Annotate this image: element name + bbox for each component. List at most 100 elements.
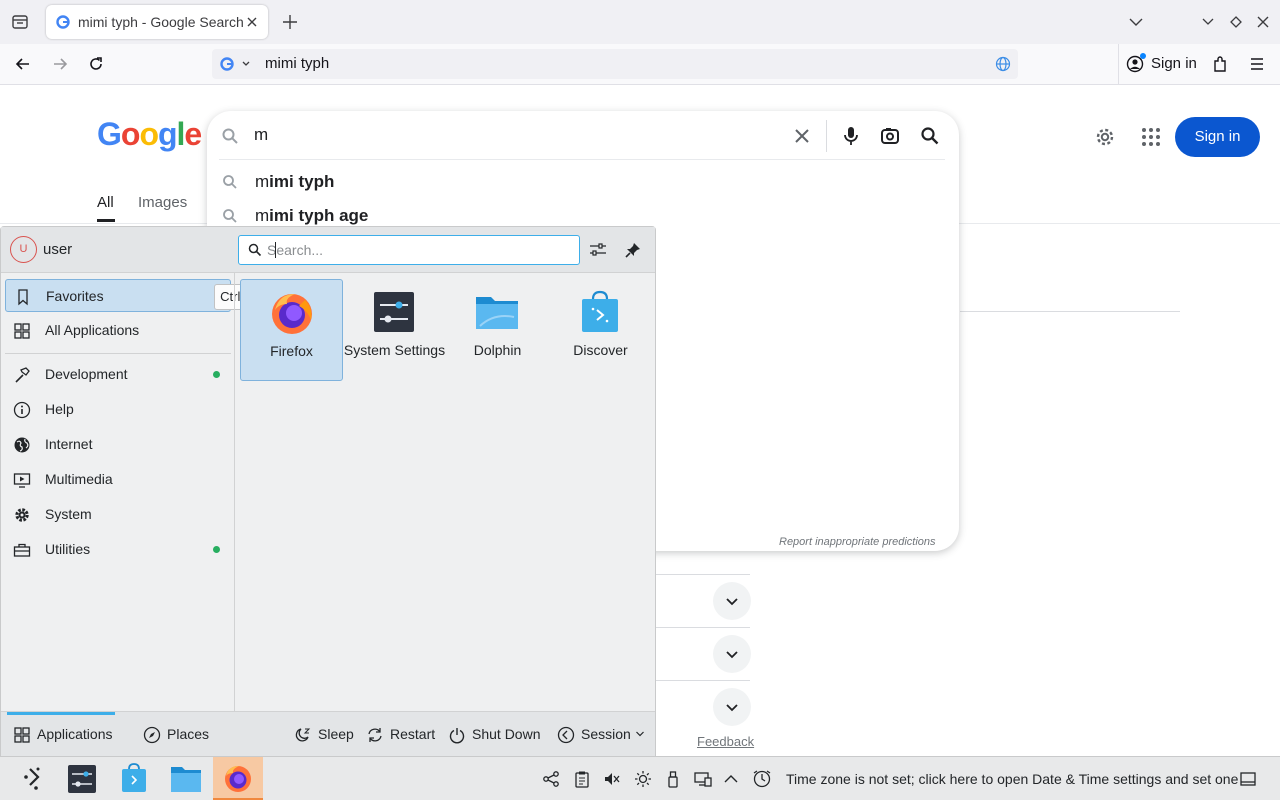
url-bar[interactable]: mimi typh — [212, 49, 1018, 79]
session-menu-button[interactable]: Session — [557, 726, 644, 744]
firefox-icon — [269, 290, 315, 336]
app-tile-dolphin[interactable]: Dolphin — [446, 279, 549, 381]
faq-divider — [655, 574, 750, 575]
sidebar-item-help[interactable]: Help — [5, 393, 231, 426]
taskbar-system-settings[interactable] — [57, 757, 107, 800]
list-all-tabs-icon[interactable] — [1127, 13, 1145, 31]
timezone-notice[interactable]: Time zone is not set; click here to open… — [786, 771, 1238, 787]
app-tile-system-settings[interactable]: System Settings — [343, 279, 446, 381]
firefox-icon — [225, 766, 251, 792]
google-logo[interactable]: Google — [97, 116, 202, 153]
sidebar-item-label: Multimedia — [45, 471, 113, 487]
tab-places[interactable]: Places — [143, 726, 209, 744]
sidebar-item-development[interactable]: Development — [5, 358, 231, 391]
faq-expand-button[interactable] — [713, 688, 751, 726]
search-box-separator — [826, 120, 827, 152]
monitor-play-icon — [13, 471, 31, 489]
sleep-icon — [294, 726, 312, 744]
app-label: Dolphin — [473, 342, 522, 358]
browser-tab[interactable]: mimi typh - Google Search — [46, 5, 268, 39]
back-icon[interactable] — [14, 55, 32, 73]
sleep-button[interactable]: Sleep — [294, 726, 354, 742]
taskbar-discover[interactable] — [109, 757, 159, 800]
settings-gear-icon[interactable] — [1094, 126, 1116, 148]
google-favicon-icon — [56, 15, 70, 29]
kde-launcher-button[interactable] — [8, 757, 58, 800]
faq-expand-button[interactable] — [713, 635, 751, 673]
chevron-down-icon — [726, 651, 738, 659]
sidebar-item-label: Internet — [45, 436, 93, 452]
clipboard-icon[interactable] — [573, 770, 591, 788]
faq-expand-button[interactable] — [713, 582, 751, 620]
clock-warning-icon[interactable] — [753, 770, 771, 788]
google-search-input[interactable]: m — [254, 125, 268, 145]
display-config-icon[interactable] — [694, 770, 712, 788]
search-box-divider — [219, 159, 945, 160]
new-apps-indicator — [213, 371, 220, 378]
launcher-header: U user — [1, 227, 655, 273]
search-engine-google-icon[interactable] — [220, 57, 234, 71]
sidebar-item-system[interactable]: System — [5, 498, 231, 531]
shut-down-label: Shut Down — [472, 726, 541, 742]
hamburger-menu-icon[interactable] — [1248, 55, 1266, 73]
reload-icon[interactable] — [87, 55, 105, 73]
google-apps-icon[interactable] — [1140, 126, 1162, 148]
usb-device-icon[interactable] — [664, 770, 682, 788]
search-submit-icon[interactable] — [920, 126, 940, 146]
window-minimize-icon[interactable] — [1200, 14, 1216, 30]
system-settings-icon — [68, 765, 96, 793]
launcher-search-input[interactable] — [267, 241, 567, 259]
google-tab-all[interactable]: All — [97, 194, 114, 211]
app-tile-discover[interactable]: Discover — [549, 279, 652, 381]
suggestion-prefix: m — [255, 206, 270, 225]
close-tab-icon[interactable] — [245, 15, 259, 29]
shut-down-button[interactable]: Shut Down — [448, 726, 541, 744]
search-icon — [222, 174, 238, 190]
restart-button[interactable]: Restart — [366, 726, 435, 742]
report-predictions-link[interactable]: Report inappropriate predictions — [779, 536, 936, 548]
window-close-icon[interactable] — [1255, 14, 1271, 30]
window-maximize-icon[interactable] — [1228, 14, 1244, 30]
feedback-link[interactable]: Feedback — [697, 734, 754, 749]
sidebar-item-utilities[interactable]: Utilities — [5, 533, 231, 566]
sidebar-item-favorites[interactable]: Favorites — [5, 279, 231, 312]
configure-sliders-icon[interactable] — [589, 241, 607, 259]
forward-icon[interactable] — [51, 55, 69, 73]
translate-globe-icon[interactable] — [995, 56, 1011, 72]
results-divider — [960, 311, 1180, 312]
avatar[interactable]: U — [10, 236, 37, 263]
taskbar-dolphin[interactable] — [161, 757, 211, 800]
taskbar-firefox[interactable] — [213, 757, 263, 800]
sidebar-item-all-applications[interactable]: All Applications — [5, 314, 231, 347]
google-sign-in-button[interactable]: Sign in — [1175, 117, 1260, 157]
tab-list-icon[interactable] — [11, 13, 29, 31]
google-tab-images[interactable]: Images — [138, 194, 187, 211]
gear-icon — [13, 506, 31, 524]
suggestion-prefix: m — [255, 172, 270, 191]
sidebar-item-multimedia[interactable]: Multimedia — [5, 463, 231, 496]
launcher-search-field[interactable] — [238, 235, 580, 265]
voice-search-mic-icon[interactable] — [842, 126, 860, 146]
show-hidden-icons-chevron-up-icon[interactable] — [722, 770, 740, 788]
show-desktop-icon[interactable] — [1239, 770, 1257, 788]
tab-applications[interactable]: Applications — [13, 726, 113, 743]
clear-search-icon[interactable] — [792, 126, 812, 146]
brightness-icon[interactable] — [634, 770, 652, 788]
suggestion-item[interactable]: mimi typh — [207, 167, 959, 197]
app-tile-firefox[interactable]: Firefox — [240, 279, 343, 381]
faq-divider — [655, 680, 750, 681]
pin-icon[interactable] — [624, 241, 642, 259]
session-icon — [557, 726, 575, 744]
app-label: System Settings — [343, 342, 446, 358]
account-sign-in-button[interactable]: Sign in — [1118, 44, 1200, 84]
chevron-down-icon[interactable] — [241, 59, 251, 69]
compass-icon — [143, 726, 161, 744]
network-share-icon[interactable] — [542, 770, 560, 788]
sidebar-item-internet[interactable]: Internet — [5, 428, 231, 461]
power-icon — [448, 726, 466, 744]
volume-muted-icon[interactable] — [603, 770, 621, 788]
new-tab-icon[interactable] — [281, 13, 299, 31]
active-tab-underline — [97, 219, 115, 222]
lens-camera-icon[interactable] — [880, 126, 900, 146]
extensions-icon[interactable] — [1211, 55, 1229, 73]
